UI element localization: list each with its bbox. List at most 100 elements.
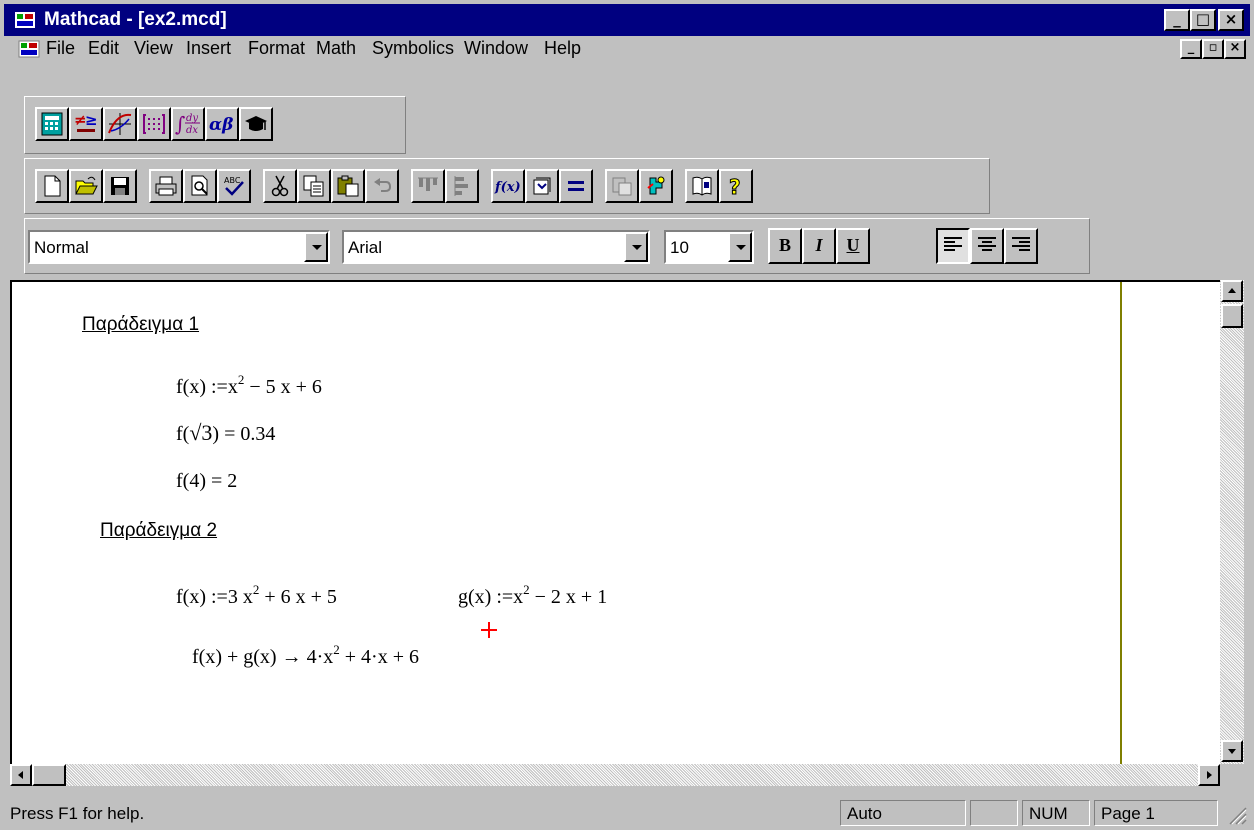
doc-restore-button[interactable]: ▫ (1202, 39, 1224, 59)
right-arrow-icon (1207, 771, 1212, 779)
document-icon[interactable] (18, 39, 40, 59)
copy-icon (303, 175, 324, 197)
menu-format[interactable]: Format (248, 38, 305, 59)
standard-toolbar: ABC f(x) ? (24, 158, 990, 214)
align-down-button[interactable] (445, 169, 479, 203)
scroll-right-button[interactable] (1198, 764, 1220, 786)
resource-center-button[interactable] (685, 169, 719, 203)
status-empty-panel (970, 800, 1018, 826)
scroll-up-button[interactable] (1221, 280, 1243, 302)
doc-minimize-button[interactable]: _ (1180, 39, 1202, 59)
cut-button[interactable] (263, 169, 297, 203)
svg-text:αβ: αβ (209, 115, 233, 135)
menu-help[interactable]: Help (544, 38, 581, 59)
font-size-value: 10 (670, 238, 689, 257)
minimize-button[interactable]: _ (1164, 9, 1190, 31)
spell-check-button[interactable]: ABC (217, 169, 251, 203)
align-right-icon (1012, 237, 1030, 251)
print-button[interactable] (149, 169, 183, 203)
title-bar[interactable]: Mathcad - [ex2.mcd] _ □ × (4, 4, 1250, 36)
horizontal-scrollbar[interactable] (10, 764, 1220, 786)
align-left-icon (944, 237, 962, 251)
insert-function-button[interactable]: f(x) (491, 169, 525, 203)
insert-hyperlink-icon (612, 177, 632, 196)
undo-button[interactable] (365, 169, 399, 203)
function-definition-f1[interactable]: f(x) :=x2 − 5 x + 6 (176, 372, 322, 399)
style-combo[interactable]: Normal (28, 230, 330, 264)
menu-insert[interactable]: Insert (186, 38, 231, 59)
align-across-icon (418, 177, 438, 191)
print-preview-button[interactable] (183, 169, 217, 203)
mathcad-app-icon[interactable] (14, 10, 36, 30)
component-wizard-button[interactable] (639, 169, 673, 203)
close-button[interactable]: × (1218, 9, 1244, 31)
scroll-down-button[interactable] (1221, 740, 1243, 762)
save-button[interactable] (103, 169, 137, 203)
calculus-palette-button[interactable]: ∫ dy dx (171, 107, 205, 141)
insert-unit-button[interactable] (525, 169, 559, 203)
align-across-button[interactable] (411, 169, 445, 203)
underline-button[interactable]: U (836, 228, 870, 264)
vertical-scroll-thumb[interactable] (1221, 304, 1243, 328)
evaluation-f-sqrt3[interactable]: f(√3) = 0.34 (176, 420, 275, 446)
worksheet[interactable]: Παράδειγμα 1 f(x) :=x2 − 5 x + 6 f(√3) =… (10, 280, 1220, 764)
heading-example-2[interactable]: Παράδειγμα 2 (100, 520, 217, 542)
menu-math[interactable]: Math (316, 38, 356, 59)
align-left-button[interactable] (936, 228, 970, 264)
open-button[interactable] (69, 169, 103, 203)
symbolic-palette-button[interactable] (239, 107, 273, 141)
matrix-palette-button[interactable] (137, 107, 171, 141)
status-bar: Press F1 for help. Auto NUM Page 1 (0, 796, 1254, 830)
align-center-button[interactable] (970, 228, 1004, 264)
greek-palette-button[interactable]: αβ (205, 107, 239, 141)
expr-part: f(x) + g(x) → 4·x (192, 646, 334, 668)
font-size-dropdown-arrow[interactable] (728, 232, 752, 262)
left-arrow-icon (18, 771, 23, 779)
maximize-button[interactable]: □ (1190, 9, 1216, 31)
insert-hyperlink-button[interactable] (605, 169, 639, 203)
graph-palette-button[interactable] (103, 107, 137, 141)
crosshair-cursor (481, 622, 497, 638)
new-button[interactable] (35, 169, 69, 203)
vertical-scrollbar[interactable] (1220, 280, 1244, 764)
align-right-button[interactable] (1004, 228, 1038, 264)
paste-icon (337, 175, 359, 197)
scroll-left-button[interactable] (10, 764, 32, 786)
svg-text:f(x): f(x) (494, 180, 521, 195)
svg-text:ABC: ABC (224, 176, 241, 185)
style-dropdown-arrow[interactable] (304, 232, 328, 262)
expr-part: + 4·x + 6 (339, 646, 419, 668)
calculate-icon (568, 181, 584, 191)
menu-symbolics[interactable]: Symbolics (372, 38, 454, 59)
greek-palette-icon: αβ (209, 115, 233, 135)
menu-edit[interactable]: Edit (88, 38, 119, 59)
horizontal-scroll-thumb[interactable] (32, 764, 66, 786)
paste-button[interactable] (331, 169, 365, 203)
menu-view[interactable]: View (134, 38, 173, 59)
font-dropdown-arrow[interactable] (624, 232, 648, 262)
font-size-combo[interactable]: 10 (664, 230, 754, 264)
svg-text:∫: ∫ (175, 112, 185, 136)
open-icon (75, 176, 98, 195)
menu-file[interactable]: File (46, 38, 75, 59)
resize-grip-icon[interactable] (1226, 804, 1248, 826)
bold-button[interactable]: B (768, 228, 802, 264)
heading-example-1[interactable]: Παράδειγμα 1 (82, 314, 199, 336)
math-palette-toolbar: ≠ ≥ ∫ dy dx αβ (24, 96, 406, 154)
evaluation-f4[interactable]: f(4) = 2 (176, 470, 237, 493)
new-icon (44, 175, 61, 197)
calculator-palette-button[interactable] (35, 107, 69, 141)
function-definition-g[interactable]: g(x) :=x2 − 2 x + 1 (458, 582, 607, 609)
symbolic-sum-result[interactable]: f(x) + g(x) → 4·x2 + 4·x + 6 (192, 642, 419, 669)
function-definition-f2[interactable]: f(x) :=3 x2 + 6 x + 5 (176, 582, 337, 609)
menu-window[interactable]: Window (464, 38, 528, 59)
help-button[interactable]: ? (719, 169, 753, 203)
evaluation-palette-button[interactable]: ≠ ≥ (69, 107, 103, 141)
font-combo[interactable]: Arial (342, 230, 650, 264)
calculate-button[interactable] (559, 169, 593, 203)
doc-close-button[interactable]: × (1224, 39, 1246, 59)
copy-button[interactable] (297, 169, 331, 203)
evaluation-palette-icon: ≠≥ (74, 111, 98, 132)
italic-button[interactable]: I (802, 228, 836, 264)
style-value: Normal (34, 238, 89, 257)
